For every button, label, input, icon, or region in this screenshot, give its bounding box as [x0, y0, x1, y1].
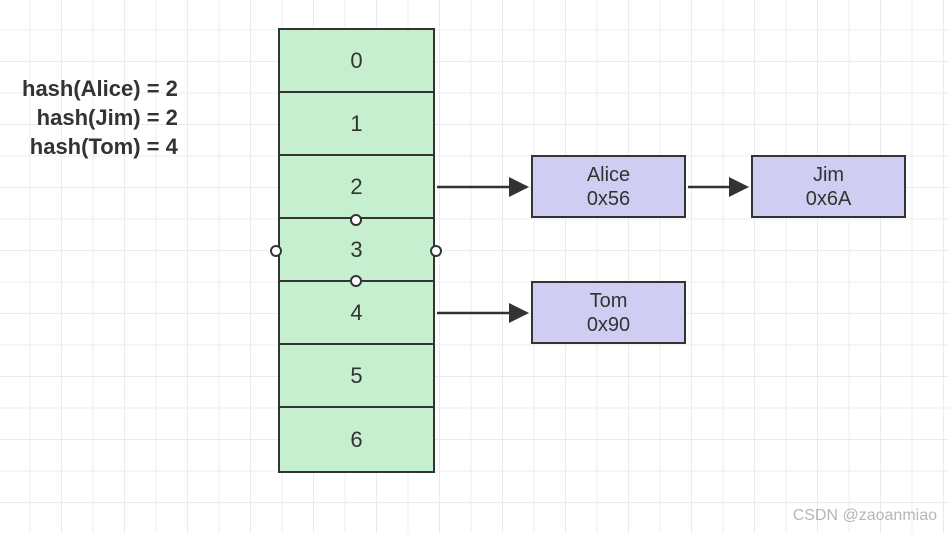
- hash-line: hash(Tom) = 4: [22, 132, 178, 161]
- node-name: Alice: [587, 163, 630, 187]
- slot-5: 5: [280, 345, 433, 408]
- node-jim: Jim 0x6A: [751, 155, 906, 218]
- handle-dot: [350, 275, 362, 287]
- hash-line: hash(Jim) = 2: [22, 103, 178, 132]
- handle-dot: [350, 214, 362, 226]
- slot-6: 6: [280, 408, 433, 471]
- slot-2: 2: [280, 156, 433, 219]
- slot-0: 0: [280, 30, 433, 93]
- node-addr: 0x56: [587, 187, 630, 211]
- hash-text-block: hash(Alice) = 2 hash(Jim) = 2 hash(Tom) …: [22, 74, 178, 161]
- node-name: Tom: [590, 289, 628, 313]
- slot-4: 4: [280, 282, 433, 345]
- slot-3: 3: [280, 219, 433, 282]
- slot-1: 1: [280, 93, 433, 156]
- hash-line: hash(Alice) = 2: [22, 74, 178, 103]
- node-name: Jim: [813, 163, 844, 187]
- handle-dot: [430, 245, 442, 257]
- node-alice: Alice 0x56: [531, 155, 686, 218]
- node-addr: 0x6A: [806, 187, 852, 211]
- node-addr: 0x90: [587, 313, 630, 337]
- watermark: CSDN @zaoanmiao: [793, 507, 937, 525]
- handle-dot: [270, 245, 282, 257]
- hash-table-array: 0 1 2 3 4 5 6: [278, 28, 435, 473]
- node-tom: Tom 0x90: [531, 281, 686, 344]
